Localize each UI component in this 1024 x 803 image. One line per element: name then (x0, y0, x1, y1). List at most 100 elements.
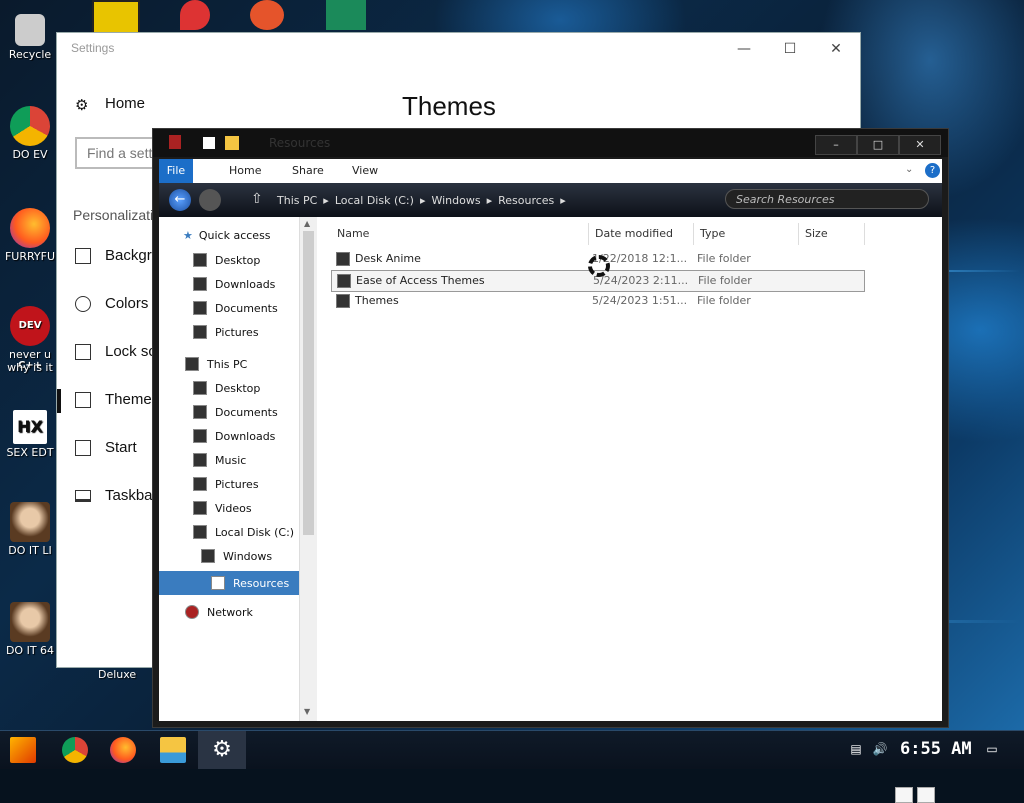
desktop-icon-chrome[interactable]: DO EV (4, 106, 56, 161)
chevron-down-icon[interactable]: ⌄ (905, 164, 913, 175)
nav-taskbar[interactable]: Taskbar (75, 487, 158, 504)
desktop-icon-doit-2[interactable]: DO IT 64 (4, 602, 56, 657)
chrome-icon[interactable] (62, 737, 88, 763)
portrait-icon (10, 602, 50, 642)
app-icon-top-3[interactable] (250, 0, 284, 30)
nav-pc-resources[interactable]: Resources (159, 571, 299, 595)
nav-label: Pictures (215, 325, 259, 339)
close-button[interactable]: ✕ (813, 37, 859, 61)
desktop-icon-label: DO IT LI (8, 544, 52, 557)
nav-this-pc[interactable]: This PC (185, 357, 247, 371)
nav-quick-downloads[interactable]: Downloads (193, 277, 275, 291)
taskbar: ⚙ ▤ 🔊 6:55 AM ▭ (0, 730, 1024, 769)
scroll-up-icon[interactable]: ▲ (304, 219, 310, 228)
nav-pc-local-disk[interactable]: Local Disk (C:) (193, 525, 294, 539)
breadcrumb-this-pc[interactable]: This PC (277, 194, 317, 207)
nav-quick-access[interactable]: ★ Quick access (183, 229, 271, 242)
scroll-down-icon[interactable]: ▼ (304, 707, 310, 716)
nav-label: Desktop (215, 381, 261, 395)
network-tray-icon[interactable]: ▤ (848, 741, 864, 757)
active-indicator (57, 389, 61, 413)
properties-icon[interactable] (203, 137, 215, 149)
nav-label: Local Disk (C:) (215, 525, 295, 539)
nav-pc-windows[interactable]: Windows (201, 549, 272, 563)
column-size[interactable]: Size (799, 223, 865, 245)
desktop-icon-hxd[interactable]: HX SEX EDT (4, 410, 56, 459)
file-explorer-icon[interactable] (160, 737, 186, 763)
search-input[interactable]: Search Resources (725, 189, 929, 209)
maximize-button[interactable]: ☐ (767, 37, 813, 61)
scroll-thumb[interactable] (303, 231, 314, 535)
hxd-icon: HX (13, 410, 47, 444)
minimize-button[interactable]: – (815, 135, 857, 155)
downloads-folder-icon (193, 277, 207, 291)
nav-themes[interactable]: Themes (75, 391, 159, 408)
app-icon-top-1[interactable] (92, 0, 140, 34)
explorer-titlebar: Resources – □ ✕ (153, 129, 948, 157)
tab-file[interactable]: File (159, 159, 193, 183)
page-title: Themes (402, 91, 496, 121)
help-icon[interactable]: ? (925, 163, 940, 178)
nav-home[interactable]: ⚙ Home (75, 95, 145, 114)
nav-pc-documents[interactable]: Documents (193, 405, 278, 419)
notifications-icon[interactable]: ▭ (984, 741, 1000, 757)
file-type: File folder (697, 252, 751, 265)
desktop-icon-label: Recycle (8, 48, 52, 61)
clock[interactable]: 6:55 AM (900, 739, 972, 759)
nav-pc-videos[interactable]: Videos (193, 501, 252, 515)
file-type: File folder (697, 294, 751, 307)
breadcrumb[interactable]: This PC ▸ Local Disk (C:) ▸ Windows ▸ Resou… (277, 192, 607, 208)
address-bar: ← ⇧ This PC ▸ Local Disk (C:) ▸ Windows ▸ R… (159, 183, 942, 217)
forward-icon[interactable] (199, 189, 221, 211)
up-arrow-icon[interactable]: ⇧ (251, 191, 263, 207)
file-list: Name Date modified Type Size Desk Anime … (317, 217, 942, 803)
breadcrumb-resources[interactable]: Resources (498, 194, 554, 207)
breadcrumb-local-disk[interactable]: Local Disk (C:) (335, 194, 414, 207)
nav-quick-documents[interactable]: Documents (193, 301, 278, 315)
start-logo-icon[interactable] (10, 737, 36, 763)
nav-start[interactable]: Start (75, 439, 137, 456)
column-type[interactable]: Type (694, 223, 799, 245)
desktop-icon-doit-1[interactable]: DO IT LI (4, 502, 56, 557)
nav-quick-desktop[interactable]: Desktop (193, 253, 260, 267)
nav-network[interactable]: Network (185, 605, 253, 619)
tab-view[interactable]: View (342, 159, 388, 183)
palette-icon (75, 295, 91, 312)
nav-colors[interactable]: Colors (75, 295, 148, 312)
desktop-icon-recycle[interactable]: Recycle (4, 14, 56, 61)
large-icons-view-icon[interactable] (917, 787, 935, 803)
nav-scrollbar[interactable]: ▲ ▼ (299, 217, 318, 721)
file-row[interactable]: Themes 5/24/2023 1:51... File folder (331, 291, 863, 311)
nav-pc-music[interactable]: Music (193, 453, 246, 467)
folder-icon (336, 294, 350, 308)
new-folder-icon[interactable] (225, 136, 239, 150)
nav-quick-pictures[interactable]: Pictures (193, 325, 259, 339)
back-icon[interactable]: ← (169, 189, 191, 211)
navigation-pane: ★ Quick access Desktop Downloads Documen… (159, 217, 299, 721)
publisher-icon[interactable] (326, 0, 366, 30)
desktop-icon-label-behind: Deluxe (98, 668, 137, 681)
tab-home[interactable]: Home (219, 159, 271, 183)
breadcrumb-windows[interactable]: Windows (431, 194, 480, 207)
desktop-icon-label: SEX EDT (6, 446, 54, 459)
volume-icon[interactable]: 🔊 (872, 741, 888, 757)
minimize-button[interactable]: — (721, 37, 767, 61)
nav-label: Taskbar (105, 487, 158, 504)
nav-pc-pictures[interactable]: Pictures (193, 477, 259, 491)
column-date-modified[interactable]: Date modified (589, 223, 694, 245)
nav-pc-downloads[interactable]: Downloads (193, 429, 275, 443)
details-view-icon[interactable] (895, 787, 913, 803)
image-icon (75, 247, 91, 264)
desktop-icon-firefox[interactable]: FURRYFU (4, 208, 56, 263)
nav-pc-desktop[interactable]: Desktop (193, 381, 260, 395)
desktop-icon-dev-cpp[interactable]: DEV C++ never u why is it (4, 306, 56, 374)
settings-gear-icon[interactable]: ⚙ (209, 737, 235, 763)
desktop-icon-label: DO IT 64 (5, 644, 55, 657)
nav-label: This PC (207, 357, 248, 371)
firefox-icon[interactable] (110, 737, 136, 763)
column-name[interactable]: Name (331, 223, 589, 245)
maps-icon[interactable] (180, 0, 210, 30)
maximize-button[interactable]: □ (857, 135, 899, 155)
tab-share[interactable]: Share (282, 159, 334, 183)
close-button[interactable]: ✕ (899, 135, 941, 155)
